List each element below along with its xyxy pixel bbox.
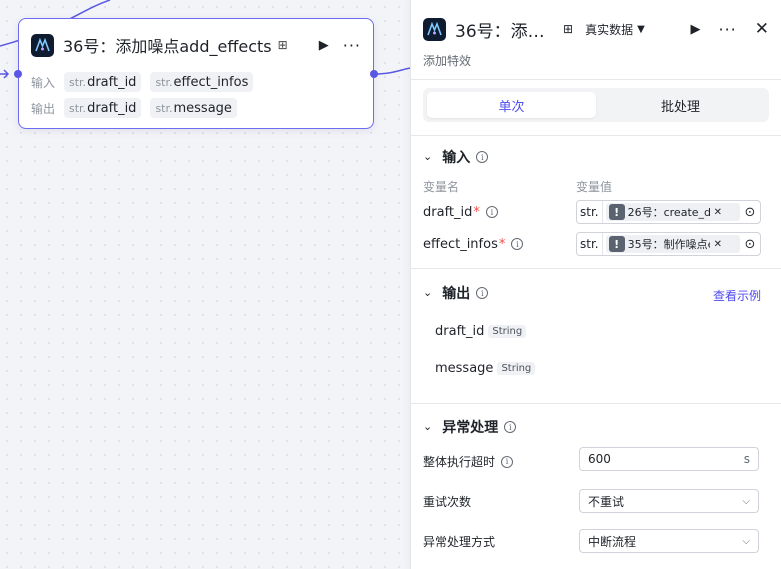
node-title: 36号：添加噪点add_effects	[63, 37, 272, 56]
chevron-down-icon: ⌵	[742, 535, 750, 547]
workflow-node-card[interactable]: 36号：添加噪点add_effects ⊞ ▶ ··· 输入 str. draft…	[14, 18, 378, 129]
input-value-field-draft-id[interactable]: str. ! 26号：create_draft ✕ ⊙	[576, 200, 761, 224]
data-source-dropdown[interactable]: 真实数据 ▼	[585, 21, 645, 38]
tab-single[interactable]: 单次	[427, 92, 596, 118]
chevron-down-icon: ⌄	[423, 419, 433, 433]
plugin-logo-icon	[31, 33, 54, 57]
node-config-panel: 36号：添加噪点add_effects ⊞ 真实数据▼ ▶ ··· ✕ 添加特效…	[410, 0, 781, 569]
tab-batch[interactable]: 批处理	[596, 92, 765, 118]
warning-icon: !	[608, 236, 625, 252]
output-label: 输出	[31, 101, 56, 116]
panel-title[interactable]: 36号：添加噪点add_effects	[455, 17, 545, 42]
input-label: 输入	[31, 75, 56, 90]
chevron-down-icon: ⌄	[423, 149, 433, 163]
target-select-icon[interactable]: ⊙	[740, 205, 760, 220]
output-section-header[interactable]: ⌄ 输出 i	[423, 283, 489, 303]
type-badge: str.	[577, 233, 603, 255]
input-section-header[interactable]: ⌄ 输入 i	[423, 147, 489, 167]
close-icon[interactable]: ✕	[755, 19, 769, 39]
panel-plugin-logo-icon	[423, 17, 446, 41]
retry-select[interactable]: 不重试 ⌵	[579, 489, 759, 513]
chevron-down-icon: ⌵	[742, 495, 750, 507]
remove-reference-icon[interactable]: ✕	[714, 207, 722, 218]
output-chip-message: str. message	[150, 98, 237, 118]
node-output-row: 输出 str. draft_id str. message	[31, 98, 237, 118]
node-header: 36号：添加噪点add_effects ⊞ ▶ ···	[31, 31, 361, 59]
output-port[interactable]	[370, 70, 378, 78]
retry-label: 重试次数	[423, 495, 472, 509]
divider	[411, 403, 781, 404]
error-method-label: 异常处理方式	[423, 535, 496, 549]
variable-reference-tag[interactable]: ! 26号：create_draft ✕	[605, 203, 740, 221]
input-chip-effect-infos: str. effect_infos	[150, 72, 254, 92]
panel-run-icon[interactable]: ▶	[690, 22, 700, 37]
panel-description: 添加特效	[423, 54, 472, 68]
panel-more-icon[interactable]: ···	[718, 20, 736, 39]
info-icon[interactable]: i	[511, 238, 524, 250]
node-input-row: 输入 str. draft_id str. effect_infos	[31, 72, 254, 92]
divider	[411, 135, 781, 136]
edge-outgoing	[373, 67, 411, 75]
input-var-name: effect_infos * i	[423, 232, 524, 256]
panel-link-icon[interactable]: ⊞	[563, 22, 573, 36]
target-select-icon[interactable]: ⊙	[740, 237, 760, 252]
divider	[411, 79, 781, 80]
type-badge: String	[488, 324, 527, 338]
divider	[411, 268, 781, 269]
caret-down-icon: ▼	[637, 23, 645, 35]
warning-icon: !	[608, 204, 625, 220]
column-header-value: 变量值	[576, 180, 613, 194]
link-icon[interactable]: ⊞	[278, 38, 288, 52]
remove-reference-icon[interactable]: ✕	[714, 239, 722, 250]
type-badge: str.	[577, 201, 603, 223]
output-item: draft_id String	[435, 321, 527, 341]
info-icon[interactable]: i	[501, 455, 514, 468]
info-icon[interactable]: i	[476, 287, 489, 299]
edge-left-arrow	[0, 69, 10, 79]
output-chip-draft-id: str. draft_id	[64, 98, 142, 118]
chevron-down-icon: ⌄	[423, 285, 433, 299]
run-mode-tabs: 单次 批处理	[423, 88, 769, 122]
run-node-icon[interactable]: ▶	[319, 38, 329, 53]
timeout-label: 整体执行超时 i	[423, 453, 514, 470]
input-value-field-effect-infos[interactable]: str. ! 35号：制作噪点effect_infos ✕ ⊙	[576, 232, 761, 256]
input-chip-draft-id: str. draft_id	[64, 72, 142, 92]
error-method-select[interactable]: 中断流程 ⌵	[579, 529, 759, 553]
panel-header: 36号：添加噪点add_effects ⊞ 真实数据▼ ▶ ··· ✕	[423, 16, 769, 42]
input-port[interactable]	[14, 70, 22, 78]
info-icon[interactable]: i	[504, 421, 517, 433]
type-badge: String	[497, 361, 536, 375]
info-icon[interactable]: i	[476, 151, 489, 163]
output-item: message String	[435, 358, 536, 378]
error-section-header[interactable]: ⌄ 异常处理 i	[423, 417, 517, 437]
column-header-name: 变量名	[423, 180, 460, 194]
variable-reference-tag[interactable]: ! 35号：制作噪点effect_infos ✕	[605, 235, 740, 253]
view-example-link[interactable]: 查看示例	[713, 287, 761, 304]
timeout-unit: s	[743, 452, 750, 466]
more-options-icon[interactable]: ···	[343, 36, 361, 55]
timeout-input[interactable]: 600 s	[579, 447, 759, 471]
info-icon[interactable]: i	[485, 206, 498, 218]
input-var-name: draft_id * i	[423, 200, 498, 224]
